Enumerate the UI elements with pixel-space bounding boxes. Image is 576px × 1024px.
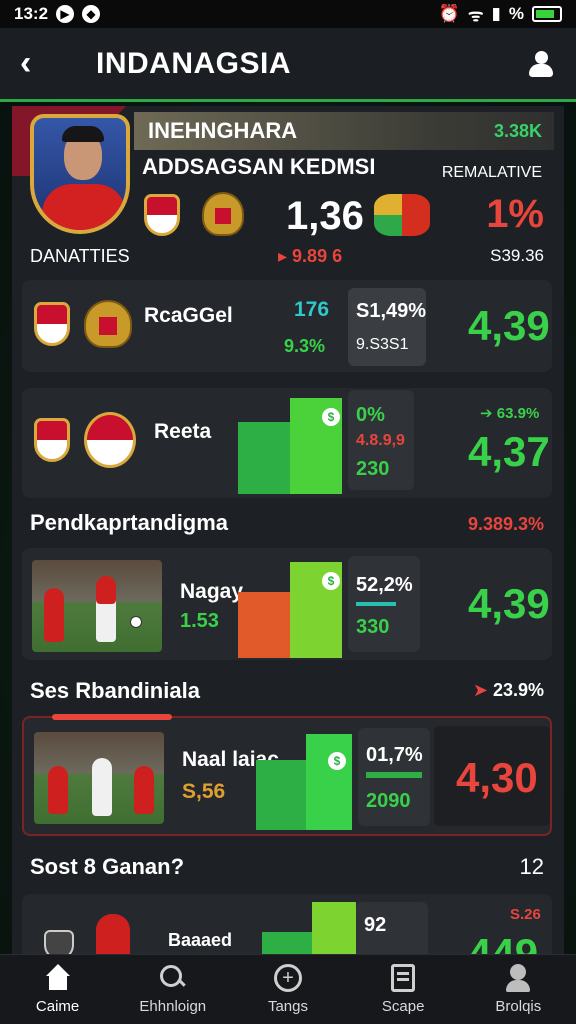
match-thumbnail — [34, 732, 164, 824]
section-title: Pendkaprtandigma — [30, 510, 229, 535]
row-name: Reeta — [154, 420, 212, 443]
section-value: 9.389.3% — [467, 514, 544, 534]
hero-banner-value: 3.38K — [493, 121, 542, 141]
row-big-value: 4,30 — [456, 754, 538, 801]
app-icon: ◆ — [82, 5, 101, 23]
section-value: 12 — [519, 854, 544, 879]
stat-box: 52,2% 330 — [348, 556, 420, 652]
club-crest-icon — [44, 930, 74, 954]
row-delta: ➔ 63.9% — [480, 405, 540, 422]
status-time: 13:2 — [14, 4, 49, 23]
nav-label: Ehhnloign — [139, 998, 207, 1015]
status-bar: 13:2 ▶ ◆ ⏰ ᯤ ▮ % — [0, 0, 576, 28]
hero-percent: 1% — [486, 192, 544, 236]
nav-label: Tangs — [267, 998, 308, 1015]
notification-icon: ▶ — [56, 5, 75, 23]
row-value-a: S,56 — [182, 780, 226, 803]
home-icon — [43, 964, 73, 992]
bar-graph: $ — [256, 730, 356, 830]
section-value: ➤ 23.9% — [472, 680, 544, 700]
profile-icon[interactable] — [526, 49, 556, 79]
nav-search[interactable]: Ehhnloign — [118, 957, 228, 1023]
garuda-crest-icon — [202, 192, 244, 236]
wifi-icon: ᯤ — [467, 5, 484, 25]
row-value-b: 9.3% — [284, 336, 326, 356]
hero-score: 1,36 — [286, 194, 364, 238]
row-value-a: 1.53 — [180, 610, 219, 632]
club-crest-icon — [84, 412, 136, 468]
garuda-crest-icon — [84, 300, 132, 348]
match-row[interactable]: RcaGGel 176 9.3% S1,49% 9.S3S1 4,39 — [22, 280, 552, 372]
content-panel: INEHNGHARA 3.38K ADDSAGSAN KEDMSI REMALA… — [12, 106, 564, 954]
document-icon — [391, 964, 416, 992]
hero-right-value: S39.36 — [490, 246, 544, 265]
nav-home[interactable]: Caime — [3, 957, 113, 1023]
row-delta: S.26 — [510, 906, 541, 923]
nav-profile[interactable]: Brolqis — [463, 957, 573, 1023]
team-crest-icon — [34, 418, 70, 462]
opponent-crest-icon — [374, 194, 430, 236]
bar-graph: $ — [238, 394, 342, 494]
profile-icon — [503, 964, 533, 992]
hero-banner-title: INEHNGHARA — [148, 118, 298, 143]
row-big-value: 4,39 — [468, 302, 550, 349]
hero-banner: INEHNGHARA 3.38K — [134, 112, 554, 150]
match-row[interactable]: Nagay 1.53 $ 52,2% 330 4,39 — [22, 548, 552, 660]
page-title: INDANAGSIA — [96, 46, 292, 80]
hero-card[interactable]: INEHNGHARA 3.38K ADDSAGSAN KEDMSI REMALA… — [12, 106, 564, 276]
alarm-icon: ⏰ — [438, 4, 460, 23]
row-name: Baaaed — [168, 930, 233, 950]
stat-box: 0% 4.8.9,9 230 — [348, 390, 414, 490]
section-title: Sost 8 Ganan? — [30, 854, 185, 879]
row-big-value: 4,39 — [468, 580, 550, 627]
row-big-value: 449 — [468, 930, 539, 954]
hero-subtitle: ADDSAGSAN KEDMSI — [142, 154, 376, 179]
team-crest-icon — [34, 302, 70, 346]
nav-label: Caime — [35, 998, 80, 1015]
nav-add[interactable]: + Tangs — [233, 957, 343, 1023]
nav-docs[interactable]: Scape — [348, 957, 458, 1023]
match-row[interactable]: Baaaed 92 S.26 449 — [22, 894, 552, 954]
row-name: RcaGGel — [144, 304, 233, 327]
stat-box: 01,7% 2090 — [358, 728, 430, 826]
match-thumbnail — [32, 560, 162, 652]
bar-graph: $ — [238, 558, 342, 658]
match-row[interactable]: Naal laiac S,56 $ 01,7% 2090 4,30 — [22, 714, 552, 836]
team-crest-icon — [144, 194, 180, 236]
nav-label: Brolqis — [495, 998, 542, 1015]
row-value-a: 176 — [294, 298, 330, 321]
back-icon[interactable]: ‹ — [20, 44, 60, 83]
row-name: Nagay — [180, 580, 244, 603]
signal-icon: ▮ — [491, 4, 501, 23]
hero-relative-label: REMALATIVE — [441, 164, 542, 181]
stat-box: 92 — [356, 902, 428, 954]
battery-percent: % — [508, 4, 524, 23]
plus-circle-icon: + — [273, 964, 302, 992]
match-row[interactable]: Reeta $ 0% 4.8.9,9 230 ➔ 63.9% 4,37 — [22, 388, 552, 498]
section-title: Ses Rbandiniala — [30, 678, 200, 703]
stat-box: S1,49% 9.S3S1 — [348, 288, 426, 366]
row-big-value: 4,37 — [468, 428, 550, 475]
battery-icon — [532, 6, 562, 22]
search-icon — [158, 964, 188, 992]
player-image — [96, 914, 130, 954]
player-avatar — [30, 114, 130, 234]
app-header: ‹ INDANAGSIA — [0, 28, 576, 102]
bottom-nav: Caime Ehhnloign + Tangs Scape Brolqis — [0, 954, 576, 1024]
hero-small-change: ▸ 9.89 6 — [278, 246, 343, 266]
nav-label: Scape — [381, 998, 425, 1015]
hero-label: DANATTIES — [30, 246, 130, 266]
bar-graph — [262, 902, 362, 954]
